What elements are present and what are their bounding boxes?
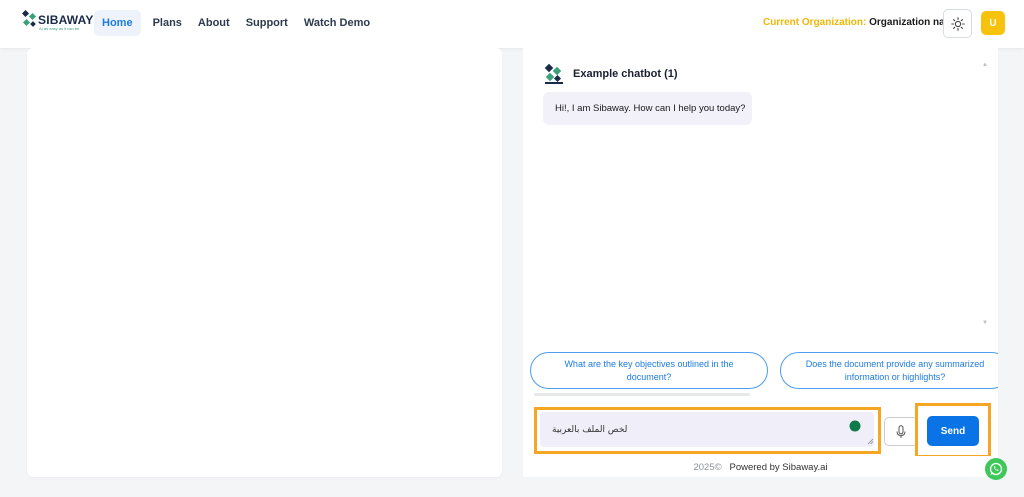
org-label: Current Organization:: [763, 17, 867, 28]
footer: 2025© Powered by Sibaway.ai: [523, 462, 998, 473]
sun-icon: [950, 16, 965, 31]
nav-support[interactable]: Support: [238, 10, 296, 36]
nav-plans[interactable]: Plans: [145, 10, 190, 36]
sibaway-logo[interactable]: SIBAWAY AI as easy as it can be: [22, 10, 93, 34]
powered-by[interactable]: Powered by Sibaway.ai: [730, 462, 828, 473]
resize-handle-icon[interactable]: [867, 438, 873, 444]
current-organization: Current Organization: Organization name: [763, 17, 959, 28]
chatbot-logo-icon: [544, 63, 563, 84]
scroll-down-arrow-icon[interactable]: ▼: [982, 320, 988, 326]
nav-about[interactable]: About: [190, 10, 238, 36]
microphone-button[interactable]: [884, 417, 918, 446]
whatsapp-icon: [989, 462, 1003, 476]
speech-bubble-icon[interactable]: [849, 420, 861, 432]
suggestion-chip[interactable]: Does the document provide any summarized…: [780, 352, 998, 389]
message-input[interactable]: [540, 412, 874, 447]
document-viewer-panel: [27, 48, 502, 477]
nav-home[interactable]: Home: [94, 10, 141, 36]
chatbot-title: Example chatbot (1): [573, 68, 678, 80]
bot-message: Hi!, I am Sibaway. How can I help you to…: [543, 92, 752, 125]
suggestions-scrollbar[interactable]: [534, 393, 750, 396]
top-navbar: SIBAWAY AI as easy as it can be Home Pla…: [0, 0, 1024, 48]
main-nav: Home Plans About Support Watch Demo: [94, 10, 378, 36]
whatsapp-button[interactable]: [985, 458, 1007, 480]
scroll-up-arrow-icon[interactable]: ▲: [982, 62, 988, 68]
logo-tagline: AI as easy as it can be: [39, 26, 80, 31]
logo-text: SIBAWAY: [38, 13, 94, 27]
chat-header: Example chatbot (1): [543, 62, 678, 86]
send-button[interactable]: Send: [927, 416, 979, 446]
theme-toggle-button[interactable]: [943, 9, 972, 38]
microphone-icon: [896, 424, 906, 438]
footer-year: 2025©: [693, 462, 722, 473]
suggestion-chips: What are the key objectives outlined in …: [530, 352, 998, 390]
suggestion-chip[interactable]: What are the key objectives outlined in …: [530, 352, 768, 389]
logo-mark-icon: [22, 10, 37, 27]
chat-panel: Example chatbot (1) Hi!, I am Sibaway. H…: [523, 48, 998, 398]
user-avatar[interactable]: U: [981, 11, 1005, 35]
nav-watch-demo[interactable]: Watch Demo: [296, 10, 378, 36]
